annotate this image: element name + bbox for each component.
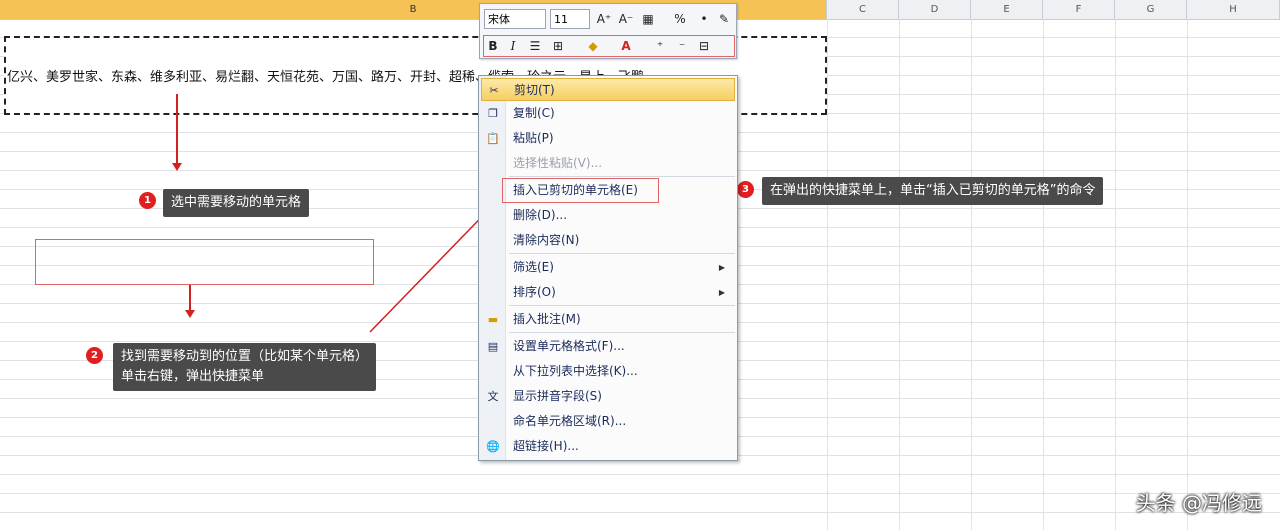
menu-item-copy-label: 复制(C) xyxy=(513,106,555,120)
menu-item-hyperlink-label: 超链接(H)... xyxy=(513,439,579,453)
currency-format-icon[interactable]: ▦ xyxy=(638,9,658,29)
callout-step-3: 在弹出的快捷菜单上，单击“插入已剪切的单元格”的命令 xyxy=(762,177,1104,205)
menu-item-clear-contents-label: 清除内容(N) xyxy=(513,233,580,247)
menu-item-pick-from-list[interactable]: 从下拉列表中选择(K)... xyxy=(481,360,735,383)
fill-color-icon[interactable]: ◆ xyxy=(583,36,603,56)
scissors-icon: ✂ xyxy=(489,84,499,97)
insert-cut-cells-highlight xyxy=(502,178,659,203)
step-badge-3: 3 xyxy=(737,181,754,198)
menu-separator xyxy=(509,176,735,177)
comma-style-icon[interactable]: • xyxy=(694,9,714,29)
increase-decimal-icon[interactable]: ⁺ xyxy=(650,36,670,56)
menu-item-format-cells-label: 设置单元格格式(F)... xyxy=(513,339,625,353)
menu-item-paste-label: 粘贴(P) xyxy=(513,131,554,145)
borders-icon[interactable]: ⊞ xyxy=(548,36,568,56)
menu-item-insert-comment[interactable]: ▬ 插入批注(M) xyxy=(481,308,735,331)
menu-item-copy[interactable]: ❐ 复制(C) xyxy=(481,102,735,125)
menu-separator xyxy=(509,253,735,254)
comment-icon: ▬ xyxy=(487,313,499,326)
shrink-font-button[interactable]: A⁻ xyxy=(616,9,636,29)
center-align-icon[interactable]: ☰ xyxy=(525,36,545,56)
italic-button[interactable]: I xyxy=(503,36,523,56)
menu-item-filter[interactable]: 筛选(E) ▶ xyxy=(481,256,735,279)
menu-item-paste-special[interactable]: 选择性粘贴(V)... xyxy=(481,152,735,175)
grow-font-button[interactable]: A⁺ xyxy=(594,9,614,29)
font-name-dropdown[interactable]: 宋体 xyxy=(484,9,546,29)
format-painter-icon[interactable]: ✎ xyxy=(714,9,734,29)
menu-item-filter-label: 筛选(E) xyxy=(513,260,554,274)
decrease-decimal-icon[interactable]: ⁻ xyxy=(672,36,692,56)
hyperlink-icon: 🌐 xyxy=(486,440,500,453)
menu-separator xyxy=(509,305,735,306)
merge-cells-icon[interactable]: ⊟ xyxy=(694,36,714,56)
menu-item-format-cells[interactable]: ▤ 设置单元格格式(F)... xyxy=(481,335,735,358)
menu-item-show-phonetic[interactable]: 文 显示拼音字段(S) xyxy=(481,385,735,408)
phonetic-icon: 文 xyxy=(487,390,499,403)
menu-item-sort-label: 排序(O) xyxy=(513,285,556,299)
format-cells-icon: ▤ xyxy=(487,340,499,353)
watermark: 头条 @冯修远 xyxy=(1135,491,1262,515)
menu-item-define-name[interactable]: 命名单元格区域(R)... xyxy=(481,410,735,433)
menu-item-delete-label: 删除(D)... xyxy=(513,208,568,222)
percent-style-button[interactable]: % xyxy=(670,9,690,29)
context-menu: ✂ 剪切(T) ❐ 复制(C) 📋 粘贴(P) 选择性粘贴(V)... 插入已剪… xyxy=(478,75,738,461)
mini-toolbar: 宋体 11 A⁺ A⁻ ▦ % • ✎ B I ☰ ⊞ ◆ A ⁺ ⁻ ⊟ xyxy=(479,3,737,59)
menu-item-pick-from-list-label: 从下拉列表中选择(K)... xyxy=(513,364,638,378)
menu-item-delete[interactable]: 删除(D)... xyxy=(481,204,735,227)
menu-item-clear-contents[interactable]: 清除内容(N) xyxy=(481,229,735,252)
bold-button[interactable]: B xyxy=(483,36,503,56)
menu-item-define-name-label: 命名单元格区域(R)... xyxy=(513,414,627,428)
menu-item-cut[interactable]: ✂ 剪切(T) xyxy=(481,78,735,101)
menu-separator xyxy=(509,332,735,333)
menu-item-sort[interactable]: 排序(O) ▶ xyxy=(481,281,735,304)
menu-item-hyperlink[interactable]: 🌐 超链接(H)... xyxy=(481,435,735,458)
font-size-dropdown[interactable]: 11 xyxy=(550,9,590,29)
menu-item-paste-special-label: 选择性粘贴(V)... xyxy=(513,156,603,170)
submenu-arrow-icon: ▶ xyxy=(718,288,725,297)
paste-icon: 📋 xyxy=(486,132,500,145)
font-color-icon[interactable]: A xyxy=(616,36,636,56)
copy-icon: ❐ xyxy=(488,107,498,120)
menu-item-cut-label: 剪切(T) xyxy=(514,83,555,97)
submenu-arrow-icon: ▶ xyxy=(718,263,725,272)
menu-item-insert-comment-label: 插入批注(M) xyxy=(513,312,581,326)
menu-item-show-phonetic-label: 显示拼音字段(S) xyxy=(513,389,602,403)
menu-item-paste[interactable]: 📋 粘贴(P) xyxy=(481,127,735,150)
